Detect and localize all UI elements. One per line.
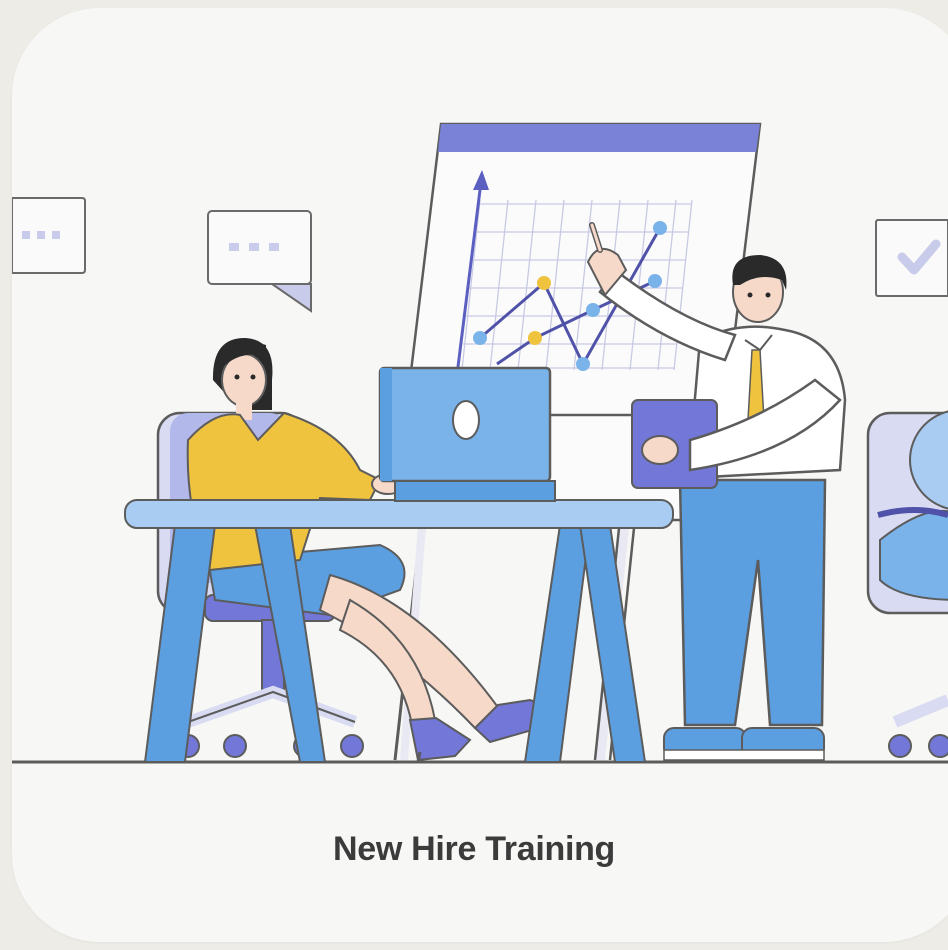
card-caption: New Hire Training xyxy=(332,830,616,868)
laptop xyxy=(378,366,556,502)
office-chair-right xyxy=(866,410,948,758)
speech-bubble-icon xyxy=(12,197,86,274)
check-bubble-icon xyxy=(875,219,948,297)
illustration-card[interactable]: New Hire Training xyxy=(12,8,948,942)
speech-bubble-icon xyxy=(207,210,312,313)
training-illustration xyxy=(12,122,948,764)
